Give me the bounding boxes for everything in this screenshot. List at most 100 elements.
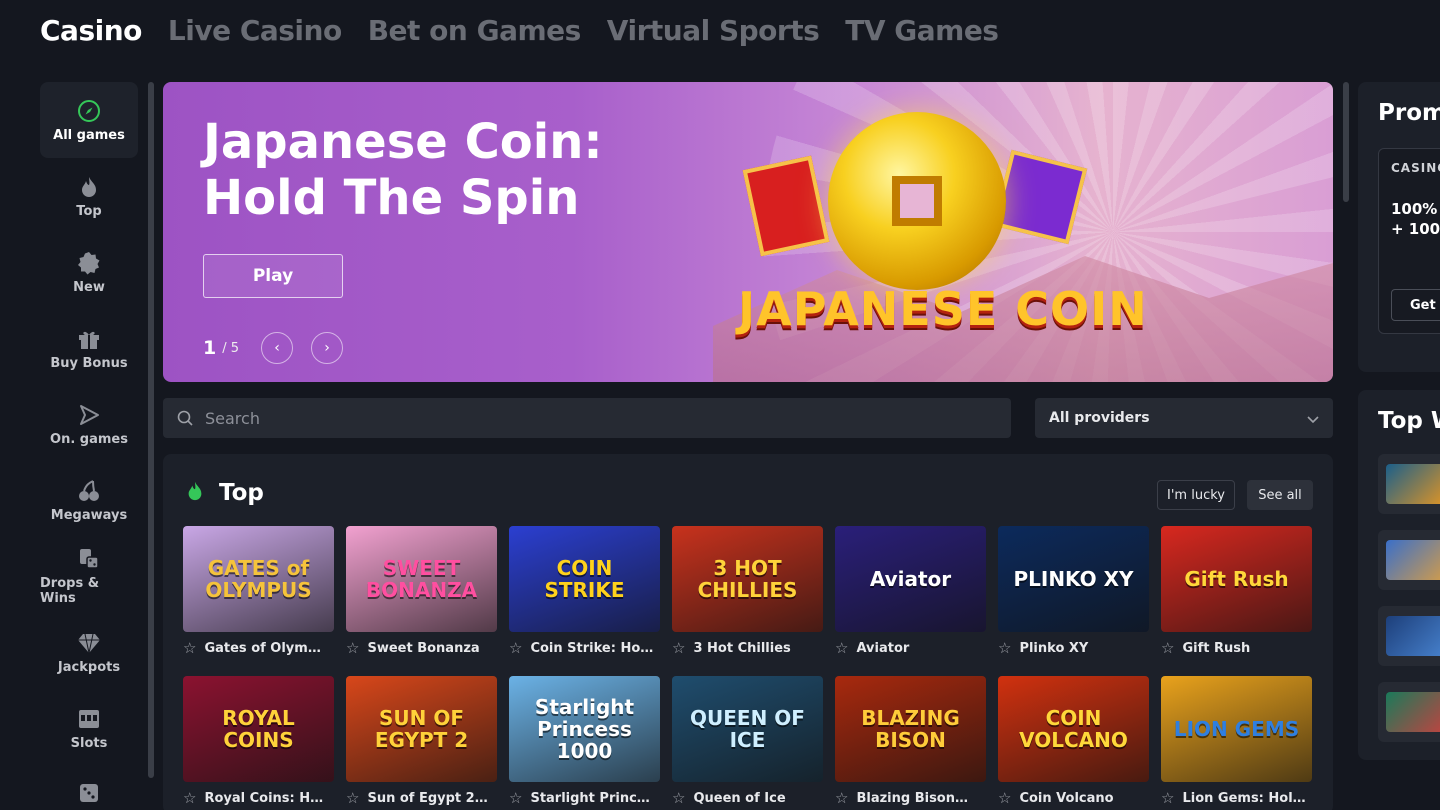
sidebar-item-buy-bonus[interactable]: Buy Bonus bbox=[40, 310, 138, 386]
star-icon[interactable]: ☆ bbox=[183, 639, 196, 657]
game-tile[interactable]: BLAZING BISON ☆ Blazing Bison™ Gold Blitz bbox=[835, 676, 986, 810]
search-input[interactable] bbox=[205, 408, 905, 428]
game-meta: ☆ Sweet Bonanza bbox=[346, 632, 497, 664]
game-tile[interactable]: 3 HOT CHILLIES ☆ 3 Hot Chillies bbox=[672, 526, 823, 664]
flame-icon bbox=[185, 480, 205, 506]
sidebar-item-top[interactable]: Top bbox=[40, 158, 138, 234]
game-thumbnail-title: 3 HOT CHILLIES bbox=[697, 556, 798, 602]
star-icon[interactable]: ☆ bbox=[672, 789, 685, 807]
game-thumbnail[interactable]: BLAZING BISON bbox=[835, 676, 986, 782]
play-button[interactable]: Play bbox=[203, 254, 343, 298]
sidebar-item-jackpots[interactable]: Jackpots bbox=[40, 614, 138, 690]
im-lucky-button[interactable]: I'm lucky bbox=[1157, 480, 1235, 510]
game-thumbnail[interactable]: SWEET BONANZA bbox=[346, 526, 497, 632]
game-thumbnail-title: COIN STRIKE bbox=[544, 556, 625, 602]
sidebar-item-all-games[interactable]: All games bbox=[40, 82, 138, 158]
new-badge-icon bbox=[76, 250, 102, 276]
tab-casino[interactable]: Casino bbox=[40, 14, 142, 47]
game-tile[interactable]: COIN VOLCANO ☆ Coin Volcano bbox=[998, 676, 1149, 810]
search-icon bbox=[177, 410, 193, 426]
game-thumbnail[interactable]: Gift Rush bbox=[1161, 526, 1312, 632]
game-tile[interactable]: GATES of OLYMPUS ☆ Gates of Olympus bbox=[183, 526, 334, 664]
game-thumbnail[interactable]: LION GEMS bbox=[1161, 676, 1312, 782]
chevron-left-icon[interactable]: ‹ bbox=[261, 332, 294, 364]
game-meta: ☆ Queen of Ice bbox=[672, 782, 823, 810]
game-thumbnail[interactable]: COIN VOLCANO bbox=[998, 676, 1149, 782]
sidebar-item-megaways[interactable]: Megaways bbox=[40, 462, 138, 538]
game-thumbnail[interactable]: QUEEN OF ICE bbox=[672, 676, 823, 782]
star-icon[interactable]: ☆ bbox=[672, 639, 685, 657]
sidebar-item-more[interactable] bbox=[40, 766, 138, 810]
winner-row[interactable] bbox=[1378, 682, 1440, 742]
tab-bet-on-games[interactable]: Bet on Games bbox=[368, 14, 582, 47]
game-thumbnail[interactable]: PLINKO XY bbox=[998, 526, 1149, 632]
sidebar-item-online-games[interactable]: On. games bbox=[40, 386, 138, 462]
game-meta: ☆ Coin Volcano bbox=[998, 782, 1149, 810]
promotions-panel: Promotions CASINO 100% U + 100 F Get bbox=[1358, 82, 1440, 372]
game-thumbnail[interactable]: Starlight Princess 1000 bbox=[509, 676, 660, 782]
golden-coin-artwork bbox=[828, 112, 1006, 290]
game-tile[interactable]: COIN STRIKE ☆ Coin Strike: Hold and Win bbox=[509, 526, 660, 664]
page-total: / 5 bbox=[222, 340, 240, 356]
game-thumbnail[interactable]: Aviator bbox=[835, 526, 986, 632]
game-logo: JAPANESE COIN bbox=[738, 282, 1148, 336]
winner-row[interactable] bbox=[1378, 606, 1440, 666]
sidebar-item-label: Buy Bonus bbox=[50, 355, 128, 371]
gift-icon bbox=[76, 326, 102, 352]
sidebar-item-new[interactable]: New bbox=[40, 234, 138, 310]
sidebar-item-drops-wins[interactable]: Drops & Wins bbox=[40, 538, 138, 614]
star-icon[interactable]: ☆ bbox=[998, 639, 1011, 657]
category-nav: Casino Live Casino Bet on Games Virtual … bbox=[40, 14, 999, 47]
sidebar-item-slots[interactable]: Slots bbox=[40, 690, 138, 766]
promo-get-button[interactable]: Get bbox=[1391, 289, 1440, 321]
game-name: Sweet Bonanza bbox=[367, 640, 480, 656]
game-thumbnail-title: QUEEN OF ICE bbox=[690, 706, 805, 752]
game-tile[interactable]: Aviator ☆ Aviator bbox=[835, 526, 986, 664]
game-tile[interactable]: SWEET BONANZA ☆ Sweet Bonanza bbox=[346, 526, 497, 664]
game-name: Blazing Bison™ Gold Blitz bbox=[856, 790, 980, 806]
star-icon[interactable]: ☆ bbox=[346, 789, 359, 807]
game-thumbnail[interactable]: 3 HOT CHILLIES bbox=[672, 526, 823, 632]
game-tile[interactable]: Gift Rush ☆ Gift Rush bbox=[1161, 526, 1312, 664]
tab-live-casino[interactable]: Live Casino bbox=[168, 14, 342, 47]
game-thumbnail[interactable]: GATES of OLYMPUS bbox=[183, 526, 334, 632]
star-icon[interactable]: ☆ bbox=[998, 789, 1011, 807]
slot-machine-icon bbox=[76, 706, 102, 732]
game-meta: ☆ Gift Rush bbox=[1161, 632, 1312, 664]
star-icon[interactable]: ☆ bbox=[835, 639, 848, 657]
winner-row[interactable] bbox=[1378, 530, 1440, 590]
game-tile[interactable]: QUEEN OF ICE ☆ Queen of Ice bbox=[672, 676, 823, 810]
hero-banner[interactable]: JAPANESE COIN Japanese Coin: Hold The Sp… bbox=[163, 82, 1333, 382]
top-winners-panel: Top Winners bbox=[1358, 390, 1440, 760]
main-scrollbar[interactable] bbox=[1343, 82, 1349, 202]
game-tile[interactable]: LION GEMS ☆ Lion Gems: Hold and Win bbox=[1161, 676, 1312, 810]
tab-tv-games[interactable]: TV Games bbox=[845, 14, 999, 47]
star-icon[interactable]: ☆ bbox=[509, 789, 522, 807]
compass-icon bbox=[76, 98, 102, 124]
game-tile[interactable]: PLINKO XY ☆ Plinko XY bbox=[998, 526, 1149, 664]
star-icon[interactable]: ☆ bbox=[183, 789, 196, 807]
promotions-title: Promotions bbox=[1378, 100, 1440, 126]
game-tile[interactable]: ROYAL COINS ☆ Royal Coins: Hold and Win bbox=[183, 676, 334, 810]
providers-select[interactable]: All providers bbox=[1035, 398, 1333, 438]
promo-card[interactable]: CASINO 100% U + 100 F Get bbox=[1378, 148, 1440, 334]
game-tile[interactable]: Starlight Princess 1000 ☆ Starlight Prince… bbox=[509, 676, 660, 810]
star-icon[interactable]: ☆ bbox=[835, 789, 848, 807]
star-icon[interactable]: ☆ bbox=[1161, 639, 1174, 657]
sidebar-scrollbar[interactable] bbox=[148, 82, 154, 778]
game-thumbnail[interactable]: SUN OF EGYPT 2 bbox=[346, 676, 497, 782]
star-icon[interactable]: ☆ bbox=[1161, 789, 1174, 807]
game-thumbnail[interactable]: ROYAL COINS bbox=[183, 676, 334, 782]
sidebar-item-label: Jackpots bbox=[57, 659, 121, 675]
game-meta: ☆ Gates of Olympus bbox=[183, 632, 334, 664]
game-name: Plinko XY bbox=[1019, 640, 1089, 656]
chevron-right-icon[interactable]: › bbox=[311, 332, 344, 364]
game-tile[interactable]: SUN OF EGYPT 2 ☆ Sun of Egypt 2: Hold and … bbox=[346, 676, 497, 810]
tab-virtual-sports[interactable]: Virtual Sports bbox=[607, 14, 820, 47]
star-icon[interactable]: ☆ bbox=[346, 639, 359, 657]
winner-row[interactable] bbox=[1378, 454, 1440, 514]
game-thumbnail[interactable]: COIN STRIKE bbox=[509, 526, 660, 632]
see-all-button[interactable]: See all bbox=[1247, 480, 1313, 510]
top-winners-title: Top Winners bbox=[1378, 408, 1440, 434]
star-icon[interactable]: ☆ bbox=[509, 639, 522, 657]
